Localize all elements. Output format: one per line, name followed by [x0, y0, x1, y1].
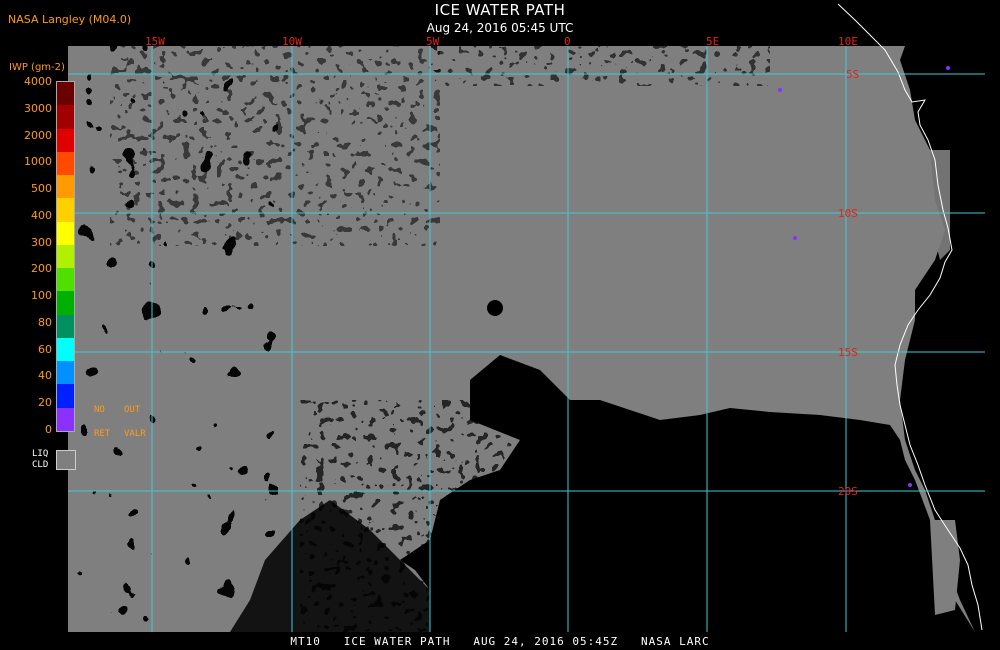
color-scale-step [57, 151, 74, 176]
color-scale-step [57, 291, 74, 315]
category-ret: RET [94, 429, 111, 439]
lon-label: 15W [145, 35, 165, 48]
category-valr: VALR [124, 429, 146, 439]
color-scale-step [57, 175, 74, 199]
color-scale-step [57, 314, 74, 338]
ice-cloud-speck [778, 88, 782, 92]
color-scale-bar [56, 81, 75, 432]
liquid-cloud-swatch [56, 450, 76, 470]
color-scale-step [57, 337, 74, 362]
satellite-map[interactable] [0, 0, 1000, 650]
category-out: OUT [124, 405, 141, 415]
legend-tick-label: 2000 [24, 128, 52, 142]
legend-tick-label: 100 [31, 289, 52, 303]
ice-cloud-speck [487, 300, 503, 316]
color-scale-step [57, 82, 74, 106]
map-timestamp: Aug 24, 2016 05:45 UTC [426, 21, 574, 35]
legend-units: IWP (gm-2) [9, 62, 65, 73]
color-scale-step [57, 221, 74, 245]
lat-label: 15S [838, 346, 858, 359]
ice-cloud-speck [793, 236, 797, 240]
legend-tick-label: 40 [38, 369, 52, 383]
color-scale-step [57, 384, 74, 408]
color-scale-step [57, 268, 74, 292]
legend-tick-label: 4000 [24, 75, 52, 88]
liquid-cloud-label: LIQ CLD [32, 449, 49, 470]
color-scale-step [57, 407, 74, 431]
lon-label: 0 [564, 35, 571, 48]
lat-label: 5S [846, 68, 860, 81]
lon-label: 10E [838, 35, 858, 48]
footer-caption: MT10 ICE WATER PATH AUG 24, 2016 05:45Z … [290, 635, 710, 648]
cloud-patch-east [930, 520, 960, 615]
broken-cloud-south-central [300, 400, 600, 632]
color-scale-step [57, 244, 74, 269]
color-scale-step [57, 361, 74, 385]
ice-cloud-speck [946, 66, 950, 70]
legend-tick-label: 60 [38, 342, 52, 356]
lon-label: 5W [426, 35, 440, 48]
lat-label: 20S [838, 485, 858, 498]
legend-tick-label: 0 [45, 423, 52, 436]
legend-tick-label: 3000 [24, 101, 52, 115]
ice-cloud-speck [908, 483, 912, 487]
color-scale-step [57, 128, 74, 152]
map-title: ICE WATER PATH [434, 1, 566, 19]
legend-tick-label: 300 [31, 235, 52, 249]
color-scale-step [57, 105, 74, 129]
broken-cloud-north [430, 46, 770, 86]
broken-cloud-northwest [110, 46, 440, 246]
lon-label: 5E [706, 35, 720, 48]
legend-tick-label: 200 [31, 262, 52, 276]
lat-label: 10S [838, 207, 858, 220]
legend-tick-label: 400 [31, 208, 52, 222]
lon-label: 10W [282, 35, 302, 48]
legend-tick-label: 1000 [24, 155, 52, 169]
legend-tick-label: 80 [38, 315, 52, 329]
color-scale-step [57, 198, 74, 222]
category-no: NO [94, 405, 105, 415]
legend-tick-label: 500 [31, 182, 52, 196]
legend-tick-label: 20 [38, 396, 52, 410]
